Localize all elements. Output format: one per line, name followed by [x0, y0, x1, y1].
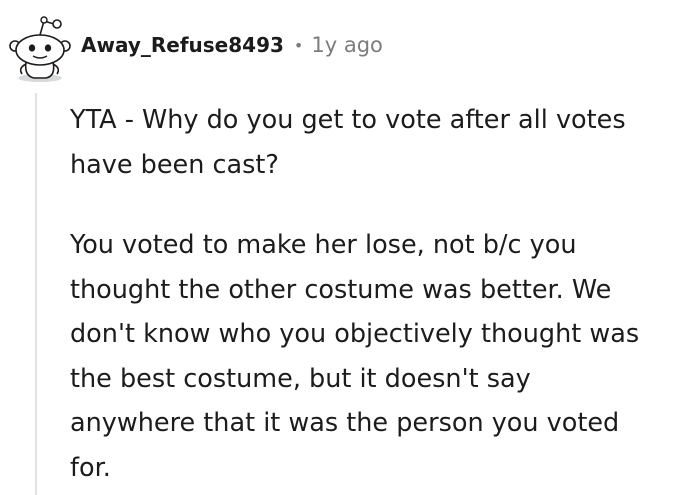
comment-paragraph: YTA - Why do you get to vote after all v…: [70, 98, 695, 187]
snoo-avatar-icon: [9, 16, 71, 82]
comment-age[interactable]: 1y ago: [311, 33, 383, 57]
comment-text-line: thought the other costume was better. We: [70, 274, 612, 305]
author-username[interactable]: Away_Refuse8493: [81, 33, 284, 57]
user-avatar[interactable]: [6, 12, 74, 82]
comment-header: Away_Refuse8493 • 1y ago: [81, 33, 383, 57]
thread-collapse-line[interactable]: [35, 93, 37, 495]
comment-text-line: for.: [70, 452, 111, 483]
comment-text-line: the best costume, but it doesn't say: [70, 363, 531, 394]
comment-text-line: YTA - Why do you get to vote after all v…: [70, 105, 626, 135]
comment-body: YTA - Why do you get to vote after all v…: [70, 98, 695, 490]
comment-text-line: anywhere that it was the person you vote…: [70, 408, 620, 438]
comment-paragraph: You voted to make her lose, not b/c you …: [70, 223, 695, 490]
meta-separator: •: [293, 35, 304, 55]
comment-text-line: have been cast?: [70, 149, 279, 180]
comment: Away_Refuse8493 • 1y ago YTA - Why do yo…: [0, 0, 700, 495]
comment-text-line: You voted to make her lose, not b/c you: [70, 230, 577, 260]
comment-text-line: don't know who you objectively thought w…: [70, 319, 640, 349]
